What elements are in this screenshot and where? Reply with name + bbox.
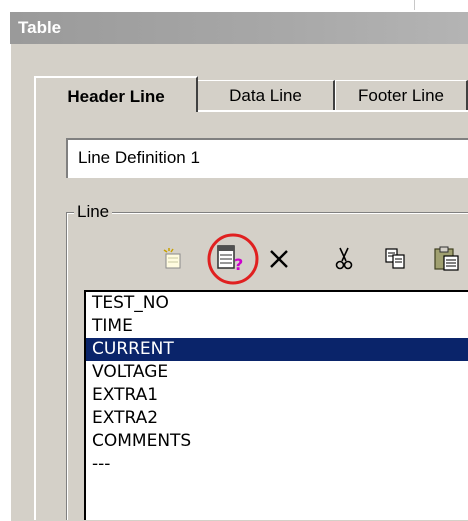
tab-footer-line[interactable]: Footer Line [335, 80, 468, 110]
new-line-icon[interactable] [160, 246, 186, 272]
delete-icon[interactable] [266, 246, 292, 272]
list-item-extra1[interactable]: EXTRA1 [86, 384, 468, 407]
list-item-extra2[interactable]: EXTRA2 [86, 407, 468, 430]
list-item-separator[interactable]: --- [86, 453, 468, 476]
copy-icon[interactable] [383, 246, 409, 272]
window-title: Table [10, 12, 468, 44]
list-item-current[interactable]: CURRENT [86, 338, 468, 361]
line-definition-field[interactable]: Line Definition 1 [66, 138, 468, 178]
cut-icon[interactable] [332, 246, 356, 272]
tab-header-line[interactable]: Header Line [34, 76, 198, 112]
paste-icon[interactable] [432, 244, 462, 274]
list-item-test-no[interactable]: TEST_NO [86, 292, 468, 315]
line-group-label: Line [74, 202, 113, 222]
list-item-comments[interactable]: COMMENTS [86, 430, 468, 453]
list-item-time[interactable]: TIME [86, 315, 468, 338]
list-item-voltage[interactable]: VOLTAGE [86, 361, 468, 384]
svg-text:?: ? [234, 255, 243, 274]
top-edge-mark [414, 0, 415, 10]
line-properties-icon[interactable]: ? [204, 230, 262, 288]
line-fields-list[interactable]: TEST_NO TIME CURRENT VOLTAGE EXTRA1 EXTR… [84, 290, 468, 520]
tab-data-line[interactable]: Data Line [197, 80, 335, 110]
